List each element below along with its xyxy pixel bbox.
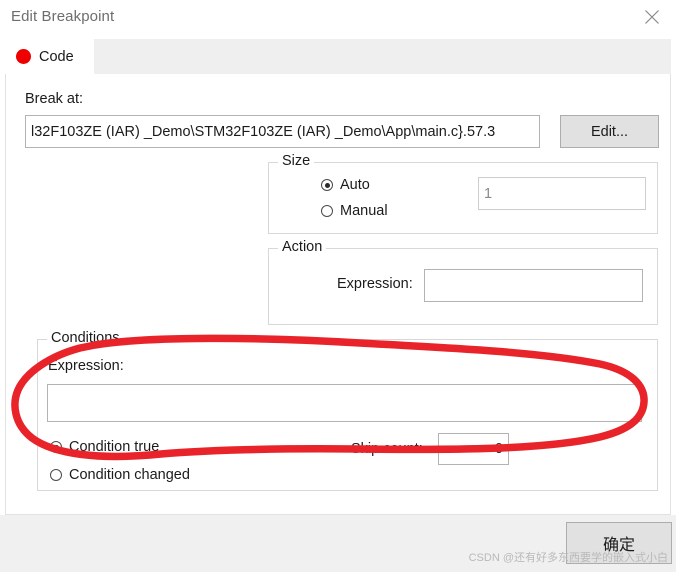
tab-code-label: Code: [39, 48, 74, 65]
edit-button[interactable]: Edit...: [560, 115, 659, 148]
dialog-footer: 确定 CSDN @还有好多东西要学的嵌入式小白: [0, 515, 676, 572]
conditions-group: Conditions Expression: Condition true Co…: [37, 330, 658, 491]
radio-size-manual-label: Manual: [340, 203, 388, 219]
size-value-input[interactable]: 1: [478, 177, 646, 210]
tab-strip: Code: [5, 39, 671, 74]
radio-condition-true[interactable]: Condition true: [50, 439, 159, 455]
ok-button[interactable]: 确定: [566, 522, 672, 564]
action-expression-label: Expression:: [337, 276, 413, 292]
close-icon[interactable]: [630, 0, 674, 34]
action-group: Action Expression:: [268, 239, 658, 325]
radio-size-auto-indicator: [321, 179, 333, 191]
title-bar: Edit Breakpoint: [0, 0, 676, 36]
conditions-expression-label: Expression:: [48, 358, 124, 374]
radio-condition-true-label: Condition true: [69, 439, 160, 455]
skip-count-label: Skip count:: [351, 441, 423, 457]
edit-breakpoint-dialog: Edit Breakpoint Code Break at: l32F103ZE…: [0, 0, 676, 572]
size-group-title: Size: [278, 153, 315, 169]
code-tab-panel: Break at: l32F103ZE (IAR) _Demo\STM32F10…: [5, 74, 671, 515]
radio-condition-changed-indicator: [50, 469, 62, 481]
conditions-group-title: Conditions: [47, 330, 124, 346]
skip-count-input[interactable]: 0: [438, 433, 509, 465]
radio-size-auto[interactable]: Auto: [321, 177, 370, 193]
action-expression-input[interactable]: [424, 269, 643, 302]
action-group-title: Action: [278, 239, 327, 255]
radio-condition-true-indicator: [50, 441, 62, 453]
close-icon-glyph: [645, 10, 659, 24]
break-at-input[interactable]: l32F103ZE (IAR) _Demo\STM32F103ZE (IAR) …: [25, 115, 540, 148]
breakpoint-red-dot-icon: [16, 49, 31, 64]
conditions-expression-input[interactable]: [47, 384, 642, 422]
size-group: Size Auto Manual 1: [268, 153, 658, 234]
radio-condition-changed-label: Condition changed: [69, 467, 190, 483]
window-title: Edit Breakpoint: [11, 8, 115, 25]
break-at-label: Break at:: [25, 91, 84, 107]
radio-size-auto-label: Auto: [340, 177, 370, 193]
radio-size-manual-indicator: [321, 205, 333, 217]
radio-size-manual[interactable]: Manual: [321, 203, 388, 219]
tab-code[interactable]: Code: [5, 39, 94, 74]
radio-condition-changed[interactable]: Condition changed: [50, 467, 190, 483]
